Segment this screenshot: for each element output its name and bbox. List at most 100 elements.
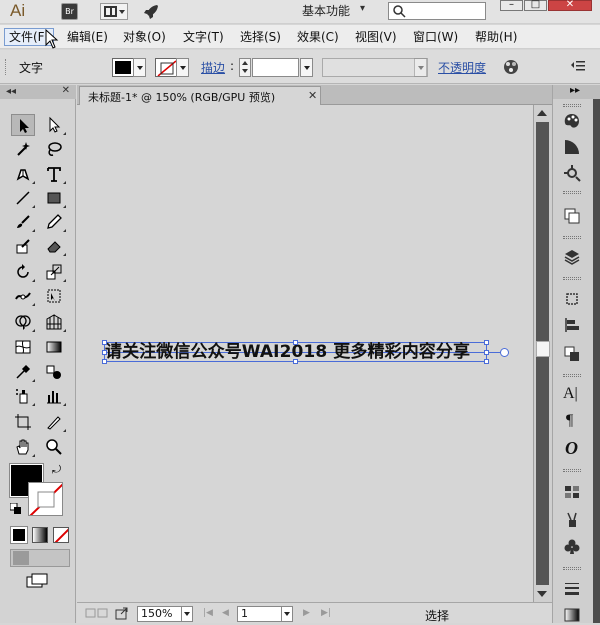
panel-group-grip[interactable] [563,567,581,570]
panel-grip[interactable] [5,59,8,75]
brushes-panel-button[interactable] [561,509,585,531]
shape-builder-tool[interactable] [11,311,35,333]
close-icon[interactable]: ✕ [62,85,70,96]
panel-group-grip[interactable] [563,104,581,107]
menu-select[interactable]: 选择(S) [236,28,285,46]
vertical-scrollbar[interactable] [533,105,552,602]
stroke-weight-stepper[interactable] [239,58,251,77]
stroke-dropdown[interactable] [176,58,189,77]
next-artboard-button[interactable]: ▶ [303,608,310,618]
artboard-dropdown[interactable] [281,606,293,622]
workspace-caret-icon[interactable]: ▾ [360,3,365,14]
stroke-color-box[interactable] [28,482,63,516]
open-in-bridge-icon[interactable] [115,606,129,620]
free-transform-tool[interactable] [42,285,66,307]
zoom-dropdown[interactable] [181,606,193,622]
gradient-mode-button[interactable] [32,527,48,543]
selection-tool[interactable] [11,114,35,136]
pathfinder-panel-button[interactable] [561,343,585,365]
menu-type[interactable]: 文字(T) [179,28,228,46]
panel-menu-icon[interactable] [570,60,586,72]
swatches-panel-button[interactable] [561,481,585,503]
opacity-link[interactable]: 不透明度 [438,59,486,76]
opentype-panel-button[interactable]: O [561,438,585,460]
color-panel-button[interactable] [561,110,585,132]
scale-tool[interactable] [42,261,66,283]
zoom-tool[interactable] [42,436,66,458]
mesh-tool[interactable] [11,336,35,358]
layers-panel-button[interactable] [561,246,585,268]
eraser-tool[interactable] [42,235,66,257]
prev-artboard-button[interactable]: ◀ [222,608,229,618]
last-artboard-button[interactable]: ▶| [321,608,331,618]
resize-handle[interactable] [484,340,489,345]
fill-color-swatch[interactable] [112,58,134,77]
type-tool[interactable] [42,163,66,185]
screen-mode-icon[interactable] [26,573,48,589]
menu-help[interactable]: 帮助(H) [471,28,521,46]
bridge-button[interactable]: Br [61,3,78,20]
search-input[interactable] [409,4,483,18]
arrange-documents-button[interactable] [100,3,128,20]
current-tool-status[interactable]: 选择 [425,607,449,624]
close-tab-icon[interactable]: ✕ [308,89,317,102]
color-themes-panel-button[interactable] [561,162,585,184]
panel-group-grip[interactable] [563,469,581,472]
symbol-sprayer-tool[interactable] [11,385,35,407]
document-tab[interactable]: 未标题-1* @ 150% (RGB/GPU 预览) ✕ [79,86,321,105]
draw-inside-button[interactable] [53,551,69,565]
recolor-artwork-icon[interactable] [503,59,519,75]
resize-handle[interactable] [102,359,107,364]
first-artboard-button[interactable]: |◀ [203,608,213,618]
fill-dropdown[interactable] [133,58,146,77]
panel-group-grip[interactable] [563,277,581,280]
artboard-tool[interactable] [11,411,35,433]
resize-handle[interactable] [484,359,489,364]
menu-edit[interactable]: 编辑(E) [63,28,112,46]
search-box[interactable] [388,2,486,20]
rectangle-tool[interactable] [42,187,66,209]
direct-selection-tool[interactable] [42,114,66,136]
line-segment-tool[interactable] [11,187,35,209]
resize-handle[interactable] [102,350,107,355]
pencil-tool[interactable] [42,211,66,233]
text-out-port[interactable] [500,348,509,357]
panel-group-grip[interactable] [563,374,581,377]
stroke-color-swatch[interactable] [155,58,177,77]
column-graph-tool[interactable] [42,385,66,407]
menu-effect[interactable]: 效果(C) [293,28,343,46]
artboards-panel-button[interactable] [561,288,585,310]
draw-normal-button[interactable] [13,551,29,565]
default-colors-icon[interactable] [10,503,22,515]
none-mode-button[interactable] [53,527,69,543]
blend-tool[interactable] [42,361,66,383]
paintbrush-tool[interactable] [11,211,35,233]
draw-behind-button[interactable] [33,551,49,565]
perspective-grid-tool[interactable] [42,311,66,333]
symbols-panel-button[interactable] [561,536,585,558]
rotate-tool[interactable] [11,261,35,283]
color-mode-button[interactable] [11,527,27,543]
expand-icon[interactable]: ▸▸ [570,85,580,96]
panel-group-grip[interactable] [563,191,581,194]
resize-handle[interactable] [293,359,298,364]
close-window-button[interactable]: ✕ [548,0,592,11]
align-panel-button[interactable] [561,314,585,336]
tools-panel-header[interactable]: ◂◂ ✕ [0,85,76,99]
eyedropper-tool[interactable] [11,361,35,383]
paragraph-panel-button[interactable]: ¶ [561,411,585,433]
lasso-tool[interactable] [42,138,66,160]
collapse-icon[interactable]: ◂◂ [6,86,16,97]
workspace-switcher[interactable]: 基本功能 [302,2,350,19]
stroke-weight-dropdown[interactable] [300,58,313,77]
scroll-up-arrow[interactable] [537,110,547,116]
scroll-thumb[interactable] [536,341,550,357]
gpu-rocket-icon[interactable] [142,3,160,21]
panel-dock-header[interactable]: ▸▸ [553,85,600,99]
character-panel-button[interactable]: A| [561,384,585,406]
gradient-tool[interactable] [42,336,66,358]
magic-wand-tool[interactable] [11,138,35,160]
color-guide-panel-button[interactable] [561,136,585,158]
swap-fill-stroke-icon[interactable]: ⤾ [52,463,61,477]
scroll-down-arrow[interactable] [537,591,547,597]
